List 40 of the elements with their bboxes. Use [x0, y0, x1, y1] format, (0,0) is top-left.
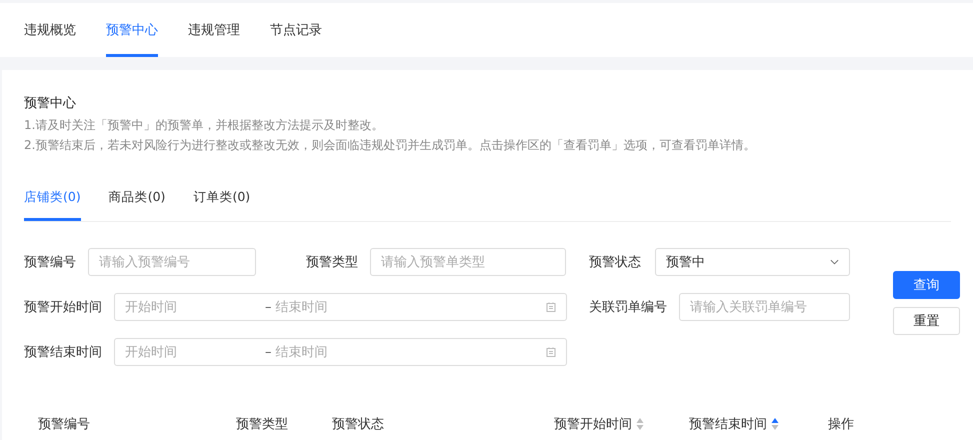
- nav-tab[interactable]: 违规概览: [24, 3, 76, 57]
- column-header: 预警状态: [332, 416, 384, 433]
- note-text: 2.预警结束后，若未对风险行为进行整改或整改无效，则会面临违规处罚并生成罚单。点击操作区的「查看罚单」选项，可查看罚单详情。: [24, 137, 756, 154]
- calendar-icon: [546, 347, 556, 357]
- nav-tab[interactable]: 预警中心: [106, 3, 158, 57]
- range-separator: –: [265, 344, 272, 360]
- input-field[interactable]: 请输入预警编号: [88, 248, 256, 276]
- field-label: 预警编号: [24, 254, 77, 271]
- date-range-field[interactable]: 开始时间 – 结束时间: [114, 338, 567, 366]
- field-label: 关联罚单编号: [589, 299, 668, 316]
- category-tab[interactable]: 店铺类(0): [24, 187, 81, 221]
- column-header: 预警结束时间: [689, 416, 767, 433]
- reset-button[interactable]: 重置: [893, 307, 960, 335]
- column-header: 预警开始时间: [554, 416, 632, 433]
- end-placeholder: 结束时间: [276, 344, 328, 361]
- sort-icon[interactable]: [771, 417, 779, 431]
- start-placeholder: 开始时间: [125, 299, 178, 316]
- chevron-down-icon: [830, 259, 839, 265]
- note-text: 1.请及时关注「预警中」的预警单，并根据整改方法提示及时整改。: [24, 117, 384, 134]
- select-field[interactable]: 预警中: [655, 248, 850, 276]
- end-placeholder: 结束时间: [276, 299, 328, 316]
- column-header: 预警编号: [38, 416, 90, 433]
- nav-tab[interactable]: 违规管理: [188, 3, 240, 57]
- search-button[interactable]: 查询: [893, 271, 960, 299]
- field-label: 预警类型: [306, 254, 359, 271]
- start-placeholder: 开始时间: [125, 344, 178, 361]
- section-title: 预警中心: [24, 95, 76, 113]
- category-tab[interactable]: 商品类(0): [108, 187, 166, 221]
- category-tab[interactable]: 订单类(0): [193, 187, 250, 221]
- input-field[interactable]: 请输入预警单类型: [370, 248, 566, 276]
- field-label: 预警开始时间: [24, 299, 103, 316]
- column-header: 操作: [828, 416, 854, 433]
- column-header: 预警类型: [236, 416, 288, 433]
- field-label: 预警状态: [589, 254, 642, 271]
- date-range-field[interactable]: 开始时间 – 结束时间: [114, 293, 567, 321]
- nav-tab[interactable]: 节点记录: [270, 3, 322, 57]
- input-field[interactable]: 请输入关联罚单编号: [679, 293, 850, 321]
- field-label: 预警结束时间: [24, 344, 103, 361]
- calendar-icon: [546, 302, 556, 312]
- range-separator: –: [265, 300, 272, 314]
